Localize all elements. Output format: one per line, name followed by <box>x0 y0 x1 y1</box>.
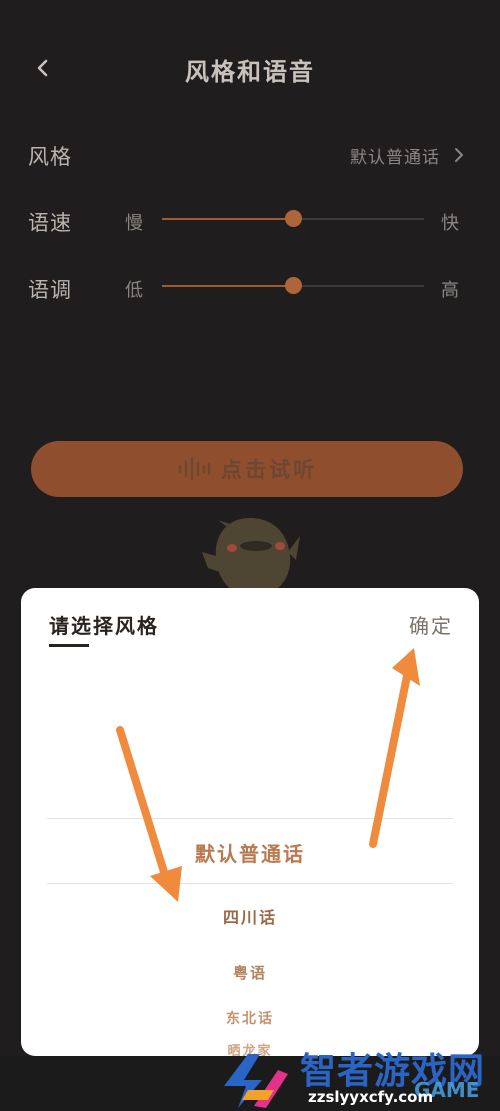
speed-slider[interactable] <box>162 210 424 227</box>
watermark-logo-icon <box>224 1054 288 1108</box>
sheet-title-underline <box>49 644 89 647</box>
pitch-label: 语调 <box>28 278 72 302</box>
speed-label: 语速 <box>28 211 72 235</box>
style-option[interactable]: 东北话 <box>21 1008 479 1028</box>
watermark-url: zzslyyxcfy.com <box>308 1088 434 1106</box>
speed-max-label: 快 <box>441 213 459 234</box>
sheet-title: 请选择风格 <box>49 614 159 638</box>
pitch-min-label: 低 <box>125 280 143 301</box>
confirm-button[interactable]: 确定 <box>409 610 453 639</box>
chevron-right-icon <box>455 148 463 162</box>
speed-min-label: 慢 <box>125 213 143 234</box>
speed-slider-thumb[interactable] <box>285 210 302 227</box>
sound-wave-icon <box>178 458 211 480</box>
watermark: 智者游戏网 GAME zzslyyxcfy.com <box>218 1042 500 1111</box>
pitch-slider-thumb[interactable] <box>285 277 302 294</box>
style-option[interactable]: 四川话 <box>21 904 479 928</box>
style-value: 默认普通话 <box>350 148 440 168</box>
listen-button-label: 点击试听 <box>221 457 317 482</box>
style-label: 风格 <box>28 145 72 169</box>
speed-slider-fill <box>162 218 293 220</box>
style-voice-screen: 风格和语音 风格 默认普通话 语速 慢 快 语调 低 高 点击试听 请选择风格 … <box>0 0 500 1111</box>
pitch-slider-fill <box>162 285 293 287</box>
selection-divider-top <box>47 818 453 819</box>
selection-divider-bottom <box>47 883 453 884</box>
page-title: 风格和语音 <box>185 57 315 86</box>
style-option-selected[interactable]: 默认普通话 <box>21 838 479 867</box>
pitch-slider[interactable] <box>162 277 424 294</box>
style-picker-sheet: 请选择风格 确定 默认普通话 四川话 粤语 东北话 晒龙家 <box>21 588 479 1056</box>
listen-button[interactable]: 点击试听 <box>31 441 463 497</box>
pitch-max-label: 高 <box>441 280 459 301</box>
style-option[interactable]: 粤语 <box>21 962 479 983</box>
